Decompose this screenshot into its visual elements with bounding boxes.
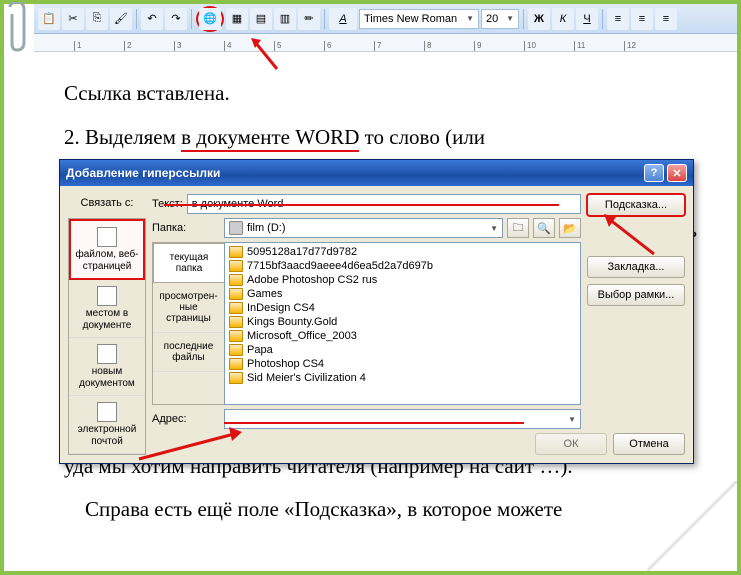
browse-tabs: текущая папка просмотрен-ные страницы по… bbox=[152, 242, 224, 405]
sidebar-item-new-doc[interactable]: новым документом bbox=[69, 338, 145, 396]
help-button[interactable]: ? bbox=[644, 164, 664, 182]
font-size-selector[interactable]: 20 ▼ bbox=[481, 9, 519, 29]
separator bbox=[523, 9, 524, 29]
underline-button[interactable]: Ч bbox=[576, 8, 598, 30]
font-name-selector[interactable]: Times New Roman ▼ bbox=[359, 9, 479, 29]
font-name-value: Times New Roman bbox=[364, 13, 457, 25]
link-type-sidebar: файлом, веб-страницей местом в документе… bbox=[68, 218, 146, 455]
file-item[interactable]: InDesign CS4 bbox=[227, 301, 578, 315]
folder-icon bbox=[229, 246, 243, 258]
undo-icon[interactable]: ↶ bbox=[141, 8, 163, 30]
separator bbox=[136, 9, 137, 29]
folder-icon bbox=[229, 330, 243, 342]
font-size-value: 20 bbox=[486, 13, 498, 25]
annotation-arrow bbox=[134, 424, 254, 464]
separator bbox=[324, 9, 325, 29]
ok-button[interactable]: ОК bbox=[535, 433, 607, 455]
bold-button[interactable]: Ж bbox=[528, 8, 550, 30]
separator bbox=[602, 9, 603, 29]
columns-icon[interactable]: ▥ bbox=[274, 8, 296, 30]
bookmark-icon bbox=[97, 286, 117, 306]
folder-icon bbox=[229, 358, 243, 370]
folder-label: Папка: bbox=[152, 222, 220, 234]
file-item[interactable]: Sid Meier's Civilization 4 bbox=[227, 371, 578, 385]
highlighted-text: в документе WORD bbox=[181, 125, 359, 152]
align-right-icon[interactable]: ≡ bbox=[655, 8, 677, 30]
drive-icon bbox=[229, 221, 243, 235]
close-button[interactable]: ✕ bbox=[667, 164, 687, 182]
annotation-underline bbox=[224, 422, 524, 424]
dialog-title: Добавление гиперссылки bbox=[66, 166, 220, 180]
sidebar-item-file-web[interactable]: файлом, веб-страницей bbox=[69, 219, 145, 280]
tab-browsed-pages[interactable]: просмотрен-ные страницы bbox=[153, 283, 224, 333]
doc-line: Справа есть ещё поле «Подсказка», в кото… bbox=[64, 493, 697, 527]
doc-line: 2. Выделяем в документе WORD то слово (и… bbox=[64, 121, 697, 155]
dropdown-icon: ▼ bbox=[466, 14, 474, 23]
drawing-icon[interactable]: ✏ bbox=[298, 8, 320, 30]
horizontal-ruler[interactable]: 123456789101112 bbox=[34, 34, 737, 52]
file-item[interactable]: Microsoft_Office_2003 bbox=[227, 329, 578, 343]
annotation-arrow bbox=[247, 34, 287, 74]
align-left-icon[interactable]: ≡ bbox=[607, 8, 629, 30]
formatting-toolbar: 📋 ✂ ⎘ 🖌 ↶ ↷ 🌐 ▦ ▤ ▥ ✏ A Times New Roman … bbox=[34, 4, 737, 34]
cut-icon[interactable]: ✂ bbox=[62, 8, 84, 30]
folder-selector[interactable]: film (D:) ▼ bbox=[224, 218, 503, 238]
address-input[interactable]: ▼ bbox=[224, 409, 581, 429]
hyperlink-button-highlight: 🌐 bbox=[196, 6, 224, 32]
file-item[interactable]: Games bbox=[227, 287, 578, 301]
link-to-label: Связать с: bbox=[68, 194, 146, 214]
format-painter-icon[interactable]: 🖌 bbox=[110, 8, 132, 30]
table-icon[interactable]: ▦ bbox=[226, 8, 248, 30]
copy-icon[interactable]: ⎘ bbox=[86, 8, 108, 30]
italic-button[interactable]: К bbox=[552, 8, 574, 30]
folder-icon bbox=[229, 274, 243, 286]
file-item[interactable]: Photoshop CS4 bbox=[227, 357, 578, 371]
email-icon bbox=[97, 402, 117, 422]
browse-file-button[interactable]: 📂 bbox=[559, 218, 581, 238]
folder-icon bbox=[229, 372, 243, 384]
style-icon[interactable]: A bbox=[329, 8, 357, 30]
paperclip-decoration bbox=[2, 2, 32, 57]
file-item[interactable]: Adobe Photoshop CS2 rus bbox=[227, 273, 578, 287]
annotation-arrow bbox=[594, 209, 664, 259]
bookmark-button[interactable]: Закладка... bbox=[587, 256, 685, 278]
dropdown-icon: ▼ bbox=[506, 14, 514, 23]
target-frame-button[interactable]: Выбор рамки... bbox=[587, 284, 685, 306]
dropdown-icon: ▼ bbox=[490, 224, 498, 233]
dialog-titlebar[interactable]: Добавление гиперссылки ? ✕ bbox=[60, 160, 693, 186]
cancel-button[interactable]: Отмена bbox=[613, 433, 685, 455]
insert-hyperlink-icon[interactable]: 🌐 bbox=[199, 8, 221, 30]
folder-icon bbox=[229, 302, 243, 314]
page-curl-decoration bbox=[647, 481, 737, 571]
browse-web-button[interactable]: 🔍 bbox=[533, 218, 555, 238]
excel-icon[interactable]: ▤ bbox=[250, 8, 272, 30]
redo-icon[interactable]: ↷ bbox=[165, 8, 187, 30]
file-item[interactable]: Kings Bounty.Gold bbox=[227, 315, 578, 329]
annotation-underline bbox=[164, 204, 559, 206]
globe-file-icon bbox=[97, 227, 117, 247]
align-center-icon[interactable]: ≡ bbox=[631, 8, 653, 30]
folder-icon bbox=[229, 344, 243, 356]
file-list[interactable]: 5095128a17d77d97827715bf3aacd9aeee4d6ea5… bbox=[224, 242, 581, 405]
folder-icon bbox=[229, 288, 243, 300]
tab-recent-files[interactable]: последние файлы bbox=[153, 333, 224, 372]
paste-icon[interactable]: 📋 bbox=[38, 8, 60, 30]
folder-icon bbox=[229, 316, 243, 328]
file-item[interactable]: 7715bf3aacd9aeee4d6ea5d2a7d697b bbox=[227, 259, 578, 273]
sidebar-item-place-in-doc[interactable]: местом в документе bbox=[69, 280, 145, 338]
file-item[interactable]: Papa bbox=[227, 343, 578, 357]
doc-line: Ссылка вставлена. bbox=[64, 77, 697, 111]
new-doc-icon bbox=[97, 344, 117, 364]
folder-icon bbox=[229, 260, 243, 272]
file-item[interactable]: 5095128a17d77d9782 bbox=[227, 245, 578, 259]
separator bbox=[191, 9, 192, 29]
tab-current-folder[interactable]: текущая папка bbox=[153, 243, 225, 283]
dropdown-icon: ▼ bbox=[568, 415, 576, 424]
up-folder-button[interactable]: 🗀 bbox=[507, 218, 529, 238]
